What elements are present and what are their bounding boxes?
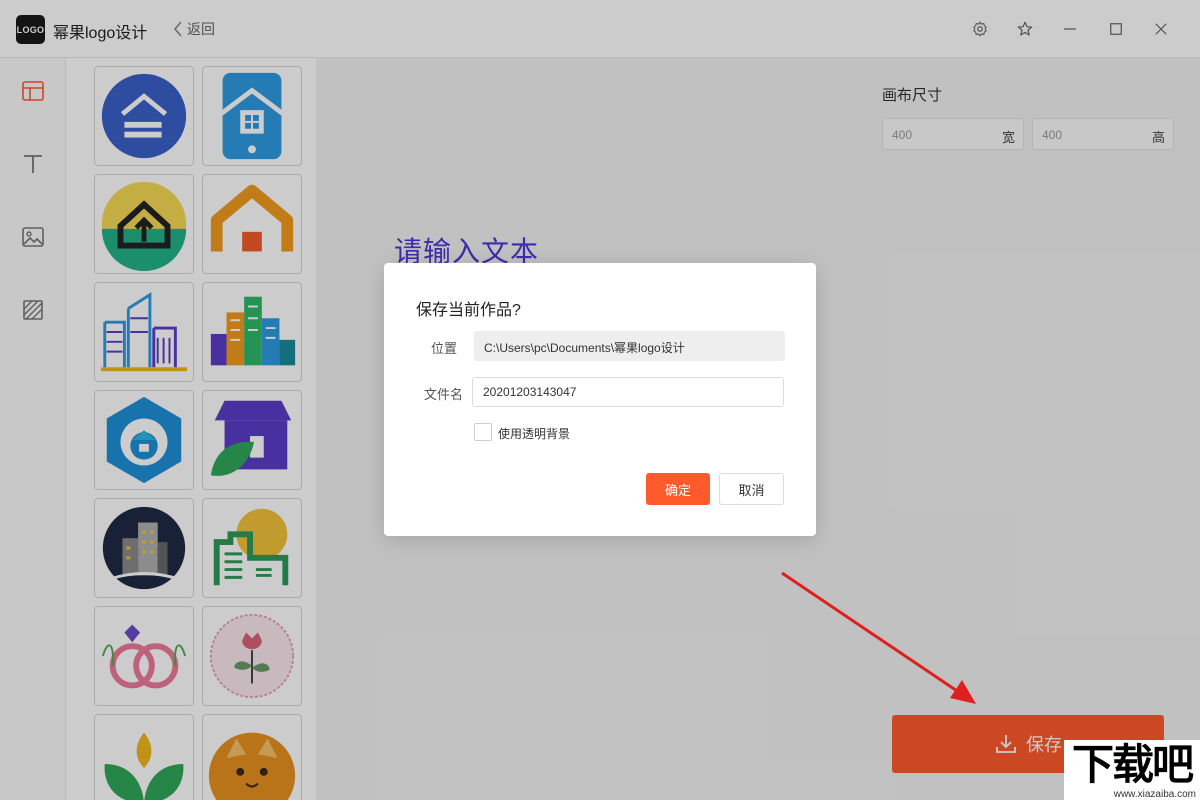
watermark-url: www.xiazaiba.com	[1113, 789, 1196, 800]
filename-label: 文件名	[424, 387, 464, 402]
transparent-background-checkbox[interactable]	[474, 423, 492, 441]
annotation-arrow-icon	[781, 571, 976, 704]
cancel-button[interactable]: 取消	[719, 473, 784, 505]
save-dialog: 保存当前作品? 位置 C:\Users\pc\Documents\幂果logo设…	[384, 263, 816, 536]
filename-input[interactable]: 20201203143047	[472, 377, 784, 407]
watermark-text: 下载吧	[1072, 740, 1194, 789]
dialog-title: 保存当前作品?	[416, 302, 521, 319]
transparent-background-label: 使用透明背景	[498, 427, 571, 441]
location-label: 位置	[431, 341, 458, 356]
confirm-button[interactable]: 确定	[646, 473, 710, 505]
location-field[interactable]: C:\Users\pc\Documents\幂果logo设计	[474, 331, 785, 361]
watermark: 下载吧 www.xiazaiba.com	[1064, 740, 1200, 800]
